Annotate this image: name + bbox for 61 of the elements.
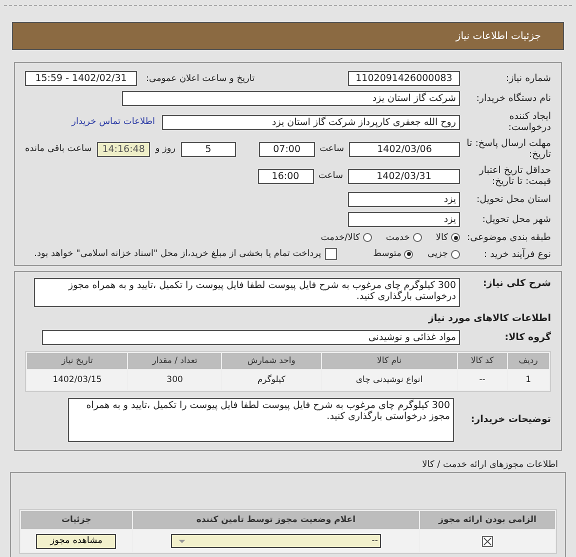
field-label: شهر محل تحویل: (481, 214, 551, 225)
required-checkbox[interactable] (482, 536, 494, 546)
process-radio[interactable]: جزیی (427, 249, 460, 259)
field-label: حداقل تاریخ اعتبار قیمت: تا تاریخ: (478, 165, 551, 187)
field-label: گروه کالا: (504, 332, 551, 343)
buyer-contact-link[interactable]: اطلاعات تماس خریدار (72, 117, 155, 127)
field-label: روز و (155, 144, 176, 154)
field-label: ساعت (318, 171, 343, 181)
table-cell: کیلوگرم (222, 370, 321, 390)
field-label: ساعت باقی مانده (25, 144, 92, 154)
table-cell: 1402/03/15 (27, 370, 128, 390)
table-cell: 1 (508, 370, 549, 390)
column-header: واحد شمارش (222, 353, 321, 369)
view-license-button[interactable]: مشاهده مجوز (36, 534, 116, 548)
column-header: اعلام وضعیت مجوز توسط تامین کننده (132, 511, 420, 529)
deadline-date-field[interactable]: 1402/03/06 (349, 142, 460, 156)
days-field[interactable]: 5 (180, 142, 236, 156)
category-radio[interactable]: کالا (436, 232, 460, 242)
field-label: طبقه بندی موضوعی: (466, 232, 551, 243)
table-cell: 300 (128, 370, 222, 390)
city-field[interactable]: یزد (348, 212, 460, 227)
validity-date-field[interactable]: 1402/03/31 (348, 168, 460, 184)
page-title: جزئیات اطلاعات نیاز (456, 30, 541, 42)
caret-icon (178, 538, 186, 544)
column-header: جزئیات (21, 511, 132, 529)
column-header: کد کالا (458, 353, 507, 369)
remaining-time-field: 14:16:48 (96, 142, 150, 156)
announce-date-field[interactable]: 1402/02/31 - 15:59 (25, 71, 137, 86)
category-radio[interactable]: خدمت (386, 232, 422, 242)
goods-group-field[interactable]: مواد غذائی و نوشیدنی (42, 330, 460, 345)
column-header: نام کالا (322, 353, 457, 369)
column-header: الزامی بودن ارائه مجوز (420, 511, 555, 529)
section-heading: اطلاعات کالاهای مورد نیاز (427, 313, 551, 324)
buyer-notes-field[interactable]: 300 کیلوگرم چای مرغوب به شرح فایل پیوست لطفا فایل پیوست را تکمیل ،تایید و به همراه مجوز درخواستی بارگذاری کنید. (68, 398, 454, 442)
table-cell: -- (458, 370, 507, 390)
field-label: توضیحات خریدار: (470, 414, 551, 425)
field-label: نام دستگاه خریدار: (475, 93, 551, 104)
deadline-time-field[interactable]: 07:00 (259, 142, 315, 156)
field-label: مهلت ارسال پاسخ: تا تاریخ: (466, 138, 551, 160)
buyer-org-field[interactable]: شرکت گاز استان یزد (122, 91, 460, 106)
validity-time-field[interactable]: 16:00 (258, 168, 314, 184)
status-dropdown[interactable]: -- (170, 534, 381, 548)
field-label: شماره نیاز: (504, 73, 551, 84)
process-radio[interactable]: متوسط (373, 249, 414, 259)
treasury-checkbox[interactable]: پرداخت تمام یا بخشی از مبلغ خرید،از محل "اسناد خزانه اسلامی" خواهد بود. (34, 248, 338, 260)
province-field[interactable]: یزد (348, 192, 460, 207)
field-label: ایجاد کننده درخواست: (507, 111, 551, 133)
need-number-field[interactable]: 1102091426000083 (348, 71, 460, 86)
field-label: ساعت (320, 144, 344, 154)
field-label: نوع فرآیند خرید : (482, 248, 551, 260)
description-field[interactable]: 300 کیلوگرم چای مرغوب به شرح فایل پیوست لطفا فایل پیوست را تکمیل ،تایید و به همراه مجوز درخواستی بارگذاری کنید. (34, 278, 460, 307)
table-cell: انواع نوشیدنی چای (322, 370, 457, 390)
requester-field[interactable]: روح الله جعفری کارپرداز شرکت گاز استان یزد (162, 114, 460, 130)
column-header: تعداد / مقدار (128, 353, 222, 369)
column-header: ردیف (508, 353, 549, 369)
column-header: تاریخ نیاز (27, 353, 128, 369)
field-label: استان محل تحویل: (475, 194, 551, 205)
field-label: شرح کلی نیاز: (482, 278, 551, 289)
category-radio[interactable]: کالا/خدمت (320, 232, 372, 242)
section-title: اطلاعات مجوزهای ارائه خدمت / کالا (421, 460, 558, 470)
field-label: تاریخ و ساعت اعلان عمومی: (146, 74, 255, 84)
